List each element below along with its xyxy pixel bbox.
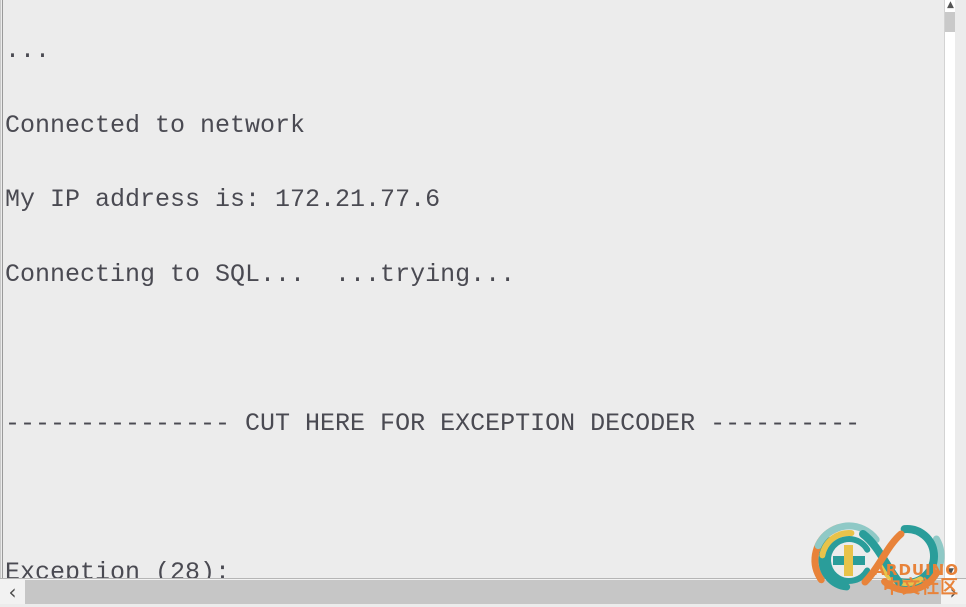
horizontal-scrollbar-track[interactable] [25, 579, 941, 607]
scroll-left-arrow-icon[interactable]: ‹ [0, 579, 25, 607]
console-line-cut-here: --------------- CUT HERE FOR EXCEPTION D… [5, 408, 861, 438]
console-line: Connecting to SQL... ...trying... [5, 259, 516, 289]
console-lines: ... Connected to network My IP address i… [5, 0, 860, 578]
console-left-edge-outer [0, 0, 1, 578]
console-line: My IP address is: 172.21.77.6 [5, 185, 441, 214]
console-left-edge [2, 0, 3, 578]
scroll-right-arrow-icon[interactable]: › [941, 579, 966, 607]
vertical-scrollbar-thumb[interactable] [945, 12, 955, 32]
scroll-up-arrow-icon[interactable]: ▲ [945, 0, 955, 11]
console-line: ... [5, 36, 51, 65]
vertical-scrollbar[interactable]: ▲ ▼ [944, 0, 955, 578]
horizontal-scrollbar[interactable]: ‹ › [0, 578, 966, 607]
horizontal-scrollbar-thumb[interactable] [25, 580, 941, 606]
console-line-exception: Exception (28): [5, 557, 231, 579]
scroll-down-arrow-icon[interactable]: ▼ [945, 567, 955, 578]
console-output-area[interactable]: ... Connected to network My IP address i… [0, 0, 955, 578]
console-line: Connected to network [5, 110, 306, 140]
serial-monitor-window: ... Connected to network My IP address i… [0, 0, 966, 607]
